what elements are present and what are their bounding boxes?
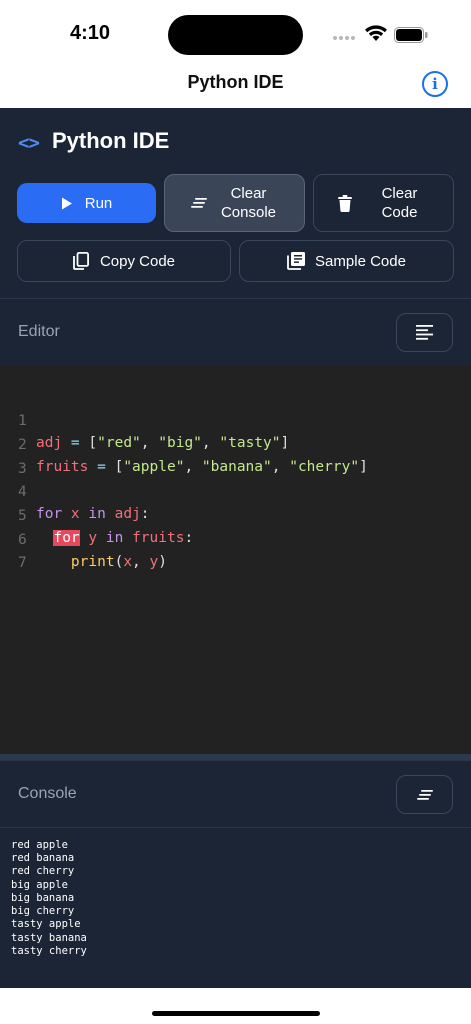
code-line: 7 (0, 530, 52, 571)
code-editor[interactable]: 1 adj = ["red", "big", "tasty"] 2 fruits… (0, 366, 471, 754)
clear-console-label-2: Console (220, 204, 277, 221)
wifi-icon (365, 25, 387, 41)
copy-icon (73, 252, 89, 270)
clear-code-label-2: Code (381, 204, 418, 221)
copy-code-label: Copy Code (99, 252, 176, 270)
dynamic-island (168, 15, 303, 55)
sample-code-button[interactable]: Sample Code (239, 240, 454, 282)
bottom-safe-area (0, 988, 471, 1024)
align-lines-icon (416, 325, 433, 340)
app-title: Python IDE (52, 128, 170, 153)
editor-header: Editor (0, 298, 471, 366)
run-button[interactable]: Run (17, 183, 156, 223)
clear-code-button[interactable]: Clear Code (313, 174, 454, 232)
status-bar: 4:10 (0, 0, 471, 62)
console-line: tasty cherry (11, 945, 87, 957)
console-line: red apple (11, 839, 68, 851)
format-code-button[interactable] (396, 313, 453, 352)
info-icon[interactable]: i (422, 71, 448, 97)
play-icon (61, 197, 72, 209)
console-line: big cherry (11, 905, 75, 917)
clear-console-icon-button[interactable] (396, 775, 453, 814)
home-indicator[interactable] (152, 1011, 320, 1016)
console-line: big banana (11, 892, 75, 904)
clear-lines-icon (416, 789, 433, 800)
copy-code-button[interactable]: Copy Code (17, 240, 231, 282)
code-line: 6 print(x, y) (0, 507, 167, 570)
ide-app: <> Python IDE Run Clear Console Clear Co… (0, 108, 471, 988)
editor-label: Editor (18, 323, 60, 340)
code-line: 2 fruits = ["apple", "banana", "cherry"] (0, 412, 368, 475)
code-brackets-icon: <> (18, 132, 40, 154)
sample-code-label: Sample Code (315, 252, 406, 270)
nav-title: Python IDE (187, 72, 284, 92)
console-line: big apple (11, 879, 68, 891)
cellular-signal-icon (333, 36, 357, 42)
highlighted-token: for (53, 530, 80, 546)
console-output: red apple red banana red cherry big appl… (0, 827, 471, 988)
battery-icon (394, 27, 428, 43)
code-line: 4 for x in adj: (0, 459, 150, 522)
clear-lines-icon (190, 198, 207, 208)
line-number: 7 (18, 555, 27, 571)
status-time: 4:10 (70, 22, 111, 44)
code-line: 3 (0, 436, 52, 477)
console-line: red banana (11, 852, 75, 864)
run-button-label: Run (84, 194, 113, 212)
navigation-bar: Python IDE i (0, 62, 471, 108)
console-line: tasty banana (11, 932, 87, 944)
code-line: 1 adj = ["red", "big", "tasty"] (0, 388, 289, 451)
clear-console-button[interactable]: Clear Console (164, 174, 305, 232)
console-line: red cherry (11, 865, 75, 877)
trash-icon (337, 194, 352, 212)
code-line: 5 for y in fruits: (0, 483, 193, 546)
console-header: Console (0, 760, 471, 828)
clear-code-label-1: Clear (381, 185, 418, 202)
console-label: Console (18, 785, 77, 802)
sample-document-icon (287, 252, 306, 270)
clear-console-label-1: Clear (230, 185, 267, 202)
app-header: <> Python IDE Run Clear Console Clear Co… (0, 108, 471, 298)
console-line: tasty apple (11, 918, 81, 930)
